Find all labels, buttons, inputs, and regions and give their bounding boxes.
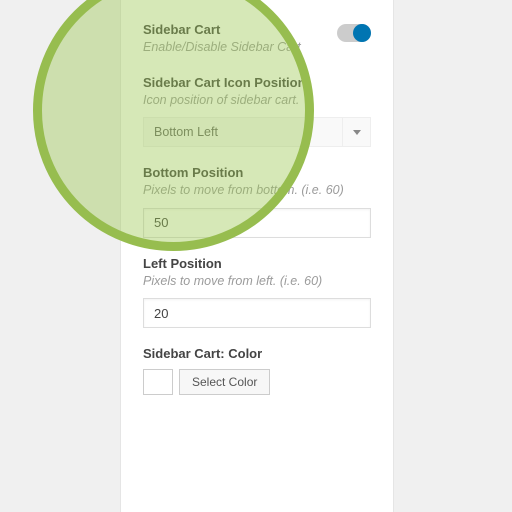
label-icon-position: Sidebar Cart Icon Position: [143, 75, 371, 90]
field-color: Sidebar Cart: Color Select Color: [143, 346, 371, 395]
input-left-position[interactable]: [143, 298, 371, 328]
desc-left-position: Pixels to move from left. (i.e. 60): [143, 273, 371, 291]
desc-icon-position: Icon position of sidebar cart.: [143, 92, 371, 110]
chevron-down-icon: [342, 118, 370, 146]
field-bottom-position: Bottom Position Pixels to move from bott…: [143, 165, 371, 238]
toggle-sidebar-cart[interactable]: [337, 24, 371, 42]
toggle-knob: [353, 24, 371, 42]
color-swatch[interactable]: [143, 369, 173, 395]
input-bottom-position[interactable]: [143, 208, 371, 238]
label-bottom-position: Bottom Position: [143, 165, 371, 180]
select-color-button[interactable]: Select Color: [179, 369, 270, 395]
field-sidebar-cart: Sidebar Cart Enable/Disable Sidebar Cart: [143, 22, 371, 57]
label-color: Sidebar Cart: Color: [143, 346, 371, 361]
desc-sidebar-cart: Enable/Disable Sidebar Cart: [143, 39, 371, 57]
field-left-position: Left Position Pixels to move from left. …: [143, 256, 371, 329]
settings-panel: Sidebar Cart Enable/Disable Sidebar Cart…: [120, 0, 394, 512]
label-left-position: Left Position: [143, 256, 371, 271]
field-icon-position: Sidebar Cart Icon Position Icon position…: [143, 75, 371, 148]
select-icon-position[interactable]: Bottom Left: [143, 117, 371, 147]
desc-bottom-position: Pixels to move from bottom. (i.e. 60): [143, 182, 371, 200]
select-value: Bottom Left: [154, 125, 218, 139]
